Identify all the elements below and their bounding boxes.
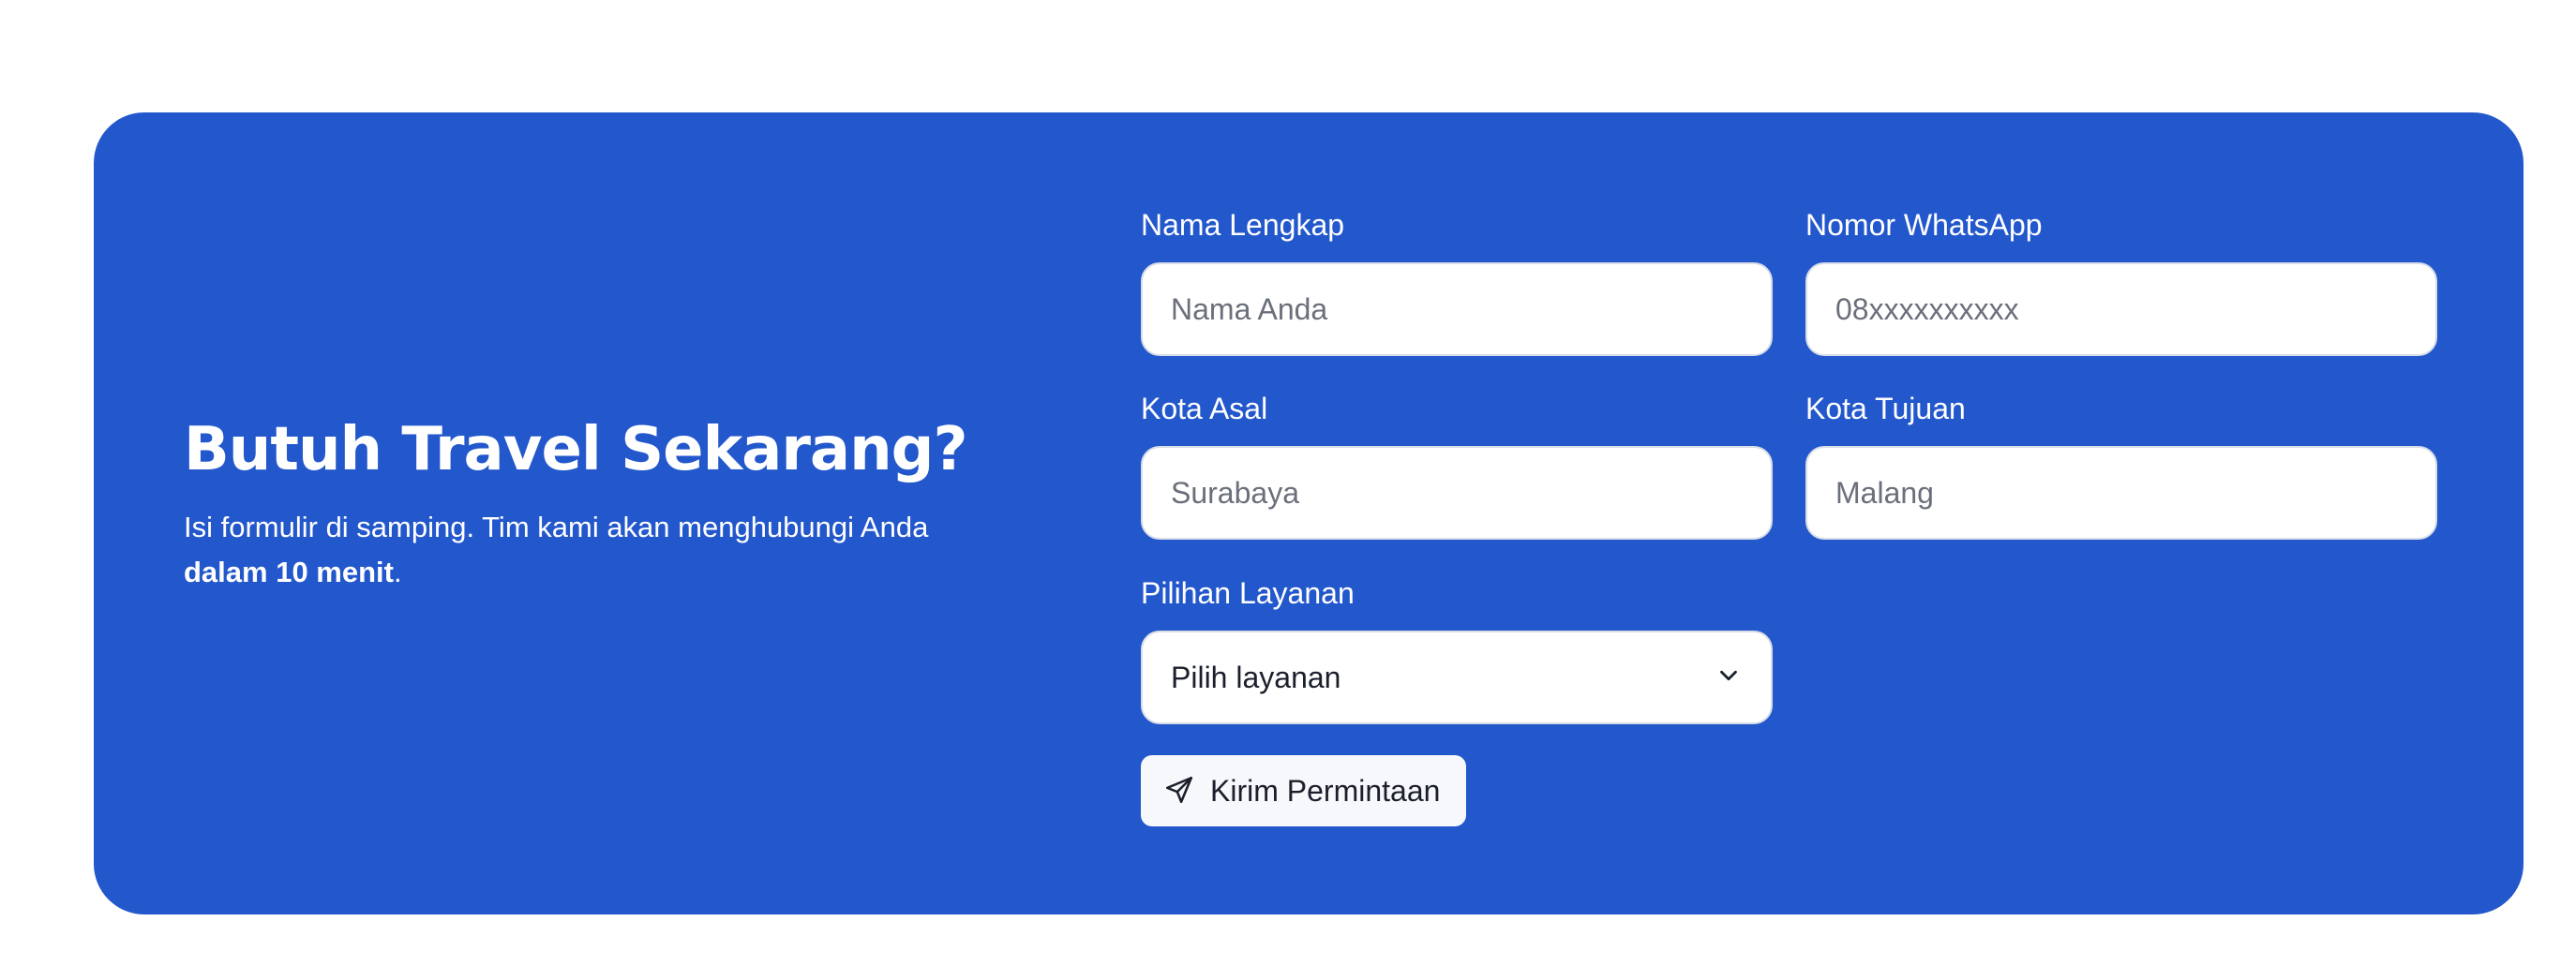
- submit-request-button[interactable]: Kirim Permintaan: [1141, 755, 1467, 826]
- service-select-value: Pilih layanan: [1171, 660, 1341, 694]
- destination-city-input[interactable]: [1805, 446, 2437, 540]
- name-input[interactable]: [1141, 262, 1773, 356]
- whatsapp-label: Nomor WhatsApp: [1805, 208, 2043, 242]
- origin-city-label: Kota Asal: [1141, 392, 1268, 425]
- cta-title: Butuh Travel Sekarang?: [184, 415, 968, 484]
- whatsapp-input[interactable]: [1805, 262, 2437, 356]
- destination-city-label: Kota Tujuan: [1805, 392, 1966, 425]
- cta-description-text: Isi formulir di samping. Tim kami akan m…: [184, 511, 929, 544]
- cta-intro: Butuh Travel Sekarang? Isi formulir di s…: [184, 417, 1121, 595]
- travel-request-panel: Butuh Travel Sekarang? Isi formulir di s…: [94, 112, 2524, 914]
- cta-description: Isi formulir di samping. Tim kami akan m…: [184, 505, 1121, 595]
- origin-city-input[interactable]: [1141, 446, 1773, 540]
- send-icon: [1163, 774, 1195, 809]
- service-select[interactable]: Pilih layanan: [1141, 631, 1773, 724]
- cta-description-suffix: .: [393, 556, 402, 589]
- submit-request-label: Kirim Permintaan: [1210, 773, 1441, 808]
- service-label: Pilihan Layanan: [1141, 576, 1355, 610]
- chevron-down-icon: [1715, 661, 1743, 694]
- cta-description-emphasis: dalam 10 menit: [184, 556, 394, 589]
- name-label: Nama Lengkap: [1141, 208, 1345, 242]
